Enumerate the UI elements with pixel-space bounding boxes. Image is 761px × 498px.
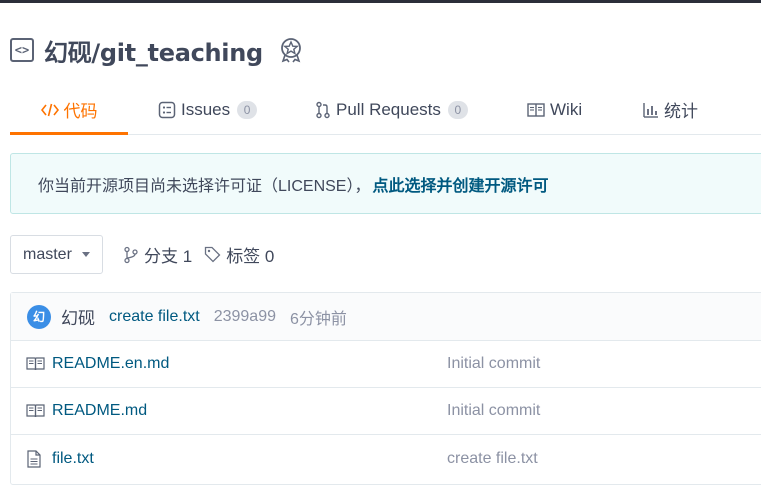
pull-request-icon xyxy=(315,101,331,119)
top-nav-bar xyxy=(0,0,761,3)
tab-issues[interactable]: Issues 0 xyxy=(158,85,258,134)
tags-label: 标签 0 xyxy=(226,247,275,266)
tab-stats[interactable]: 统计 xyxy=(643,85,698,134)
tab-pull-requests[interactable]: Pull Requests 0 xyxy=(315,85,468,134)
branch-icon xyxy=(123,246,139,264)
file-row[interactable]: README.en.md Initial commit xyxy=(11,341,761,388)
file-commit-message[interactable]: create file.txt xyxy=(447,450,538,468)
file-name-link[interactable]: file.txt xyxy=(52,450,94,468)
tags-link[interactable]: 标签 0 xyxy=(204,242,274,267)
file-name-link[interactable]: README.md xyxy=(52,402,147,420)
branch-select-value: master xyxy=(23,245,72,263)
commit-message[interactable]: create file.txt xyxy=(109,308,200,326)
branch-bar: master 分支 1 标签 0 xyxy=(10,235,274,274)
tab-wiki-label: Wiki xyxy=(550,99,583,119)
tab-stats-label: 统计 xyxy=(664,102,698,121)
bar-chart-icon xyxy=(643,102,659,118)
repo-tabs: 代码 Issues 0 Pull Requests 0 Wiki 统计 xyxy=(10,85,761,135)
readme-book-icon xyxy=(26,403,45,419)
book-icon xyxy=(527,102,545,118)
chevron-down-icon xyxy=(81,252,90,257)
tab-issues-label: Issues xyxy=(181,99,231,119)
file-row[interactable]: README.md Initial commit xyxy=(11,388,761,435)
code-bracket-icon: <> xyxy=(10,38,34,62)
tag-icon xyxy=(204,246,221,263)
license-notice-text: 你当前开源项目尚未选择许可证（LICENSE）， xyxy=(38,177,371,195)
branch-select[interactable]: master xyxy=(10,235,103,274)
commit-author[interactable]: 幻砚 xyxy=(61,304,95,329)
tab-pull-requests-label: Pull Requests xyxy=(336,99,441,119)
latest-commit-row: 幻 幻砚 create file.txt 2399a99 6分钟前 xyxy=(11,293,761,341)
file-name-link[interactable]: README.en.md xyxy=(52,355,169,373)
branches-link[interactable]: 分支 1 xyxy=(123,242,192,267)
tab-code[interactable]: 代码 xyxy=(10,85,128,135)
issue-icon xyxy=(158,101,176,119)
commit-sha[interactable]: 2399a99 xyxy=(214,308,276,326)
commit-time: 6分钟前 xyxy=(290,310,347,328)
file-icon xyxy=(26,450,42,468)
repo-title[interactable]: 幻砚/git_teaching xyxy=(44,33,263,68)
tab-code-label: 代码 xyxy=(63,102,98,121)
award-icon[interactable] xyxy=(279,37,303,63)
file-list: 幻 幻砚 create file.txt 2399a99 6分钟前 README… xyxy=(10,292,761,485)
file-commit-message[interactable]: Initial commit xyxy=(447,402,540,420)
create-license-link[interactable]: 点此选择并创建开源许可 xyxy=(372,172,548,196)
license-notice: 你当前开源项目尚未选择许可证（LICENSE）， 点此选择并创建开源许可 xyxy=(10,153,761,214)
readme-book-icon xyxy=(26,356,45,372)
file-commit-message[interactable]: Initial commit xyxy=(447,355,540,373)
pull-requests-count-badge: 0 xyxy=(447,100,468,119)
code-icon xyxy=(40,102,59,118)
repo-header: <> 幻砚/git_teaching xyxy=(10,33,303,68)
file-row[interactable]: file.txt create file.txt xyxy=(11,435,761,482)
branches-label: 分支 1 xyxy=(144,247,193,266)
tab-wiki[interactable]: Wiki xyxy=(527,85,582,134)
avatar[interactable]: 幻 xyxy=(27,304,51,329)
issues-count-badge: 0 xyxy=(237,100,258,119)
